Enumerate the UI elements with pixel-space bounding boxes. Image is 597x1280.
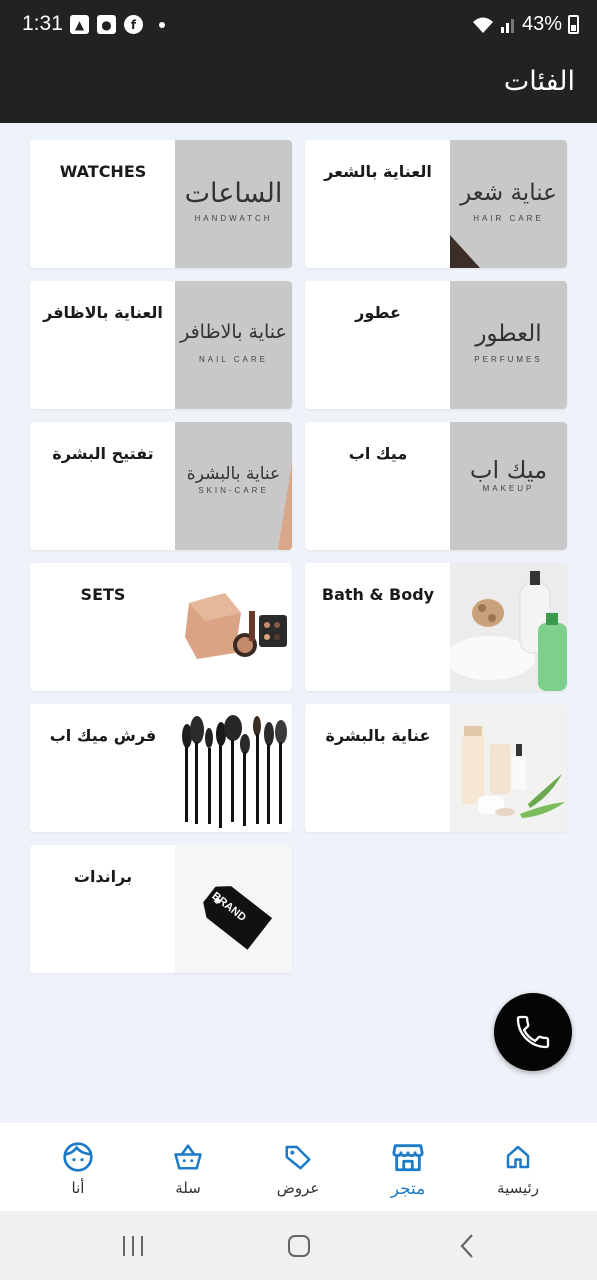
phone-icon	[516, 1015, 550, 1049]
page-title: الفئات	[503, 66, 575, 97]
home-system-button[interactable]	[285, 1229, 313, 1263]
skincare-image	[450, 704, 567, 832]
nav-cart[interactable]: سلة	[143, 1137, 233, 1197]
image-subtitle: NAIL CARE	[199, 355, 268, 364]
category-card-makeup-brushes[interactable]: فرش ميك اب	[30, 704, 292, 832]
image-title: ميك اب	[469, 456, 548, 484]
status-time: 1:31	[22, 12, 63, 35]
bottom-navigation: رئيسية متجر عروض سلة أنا	[0, 1123, 597, 1211]
battery-icon	[568, 15, 579, 34]
notification-icons: ▲ ● f	[70, 15, 165, 34]
bath-body-image	[450, 563, 567, 691]
category-label: العناية بالاظافر	[43, 303, 163, 322]
brand-tag-image: BRAND	[175, 845, 292, 973]
nav-label: عروض	[276, 1179, 320, 1197]
recent-apps-button[interactable]	[118, 1229, 148, 1263]
category-label: العناية بالشعر	[324, 162, 432, 181]
image-subtitle: HANDWATCH	[194, 214, 273, 223]
category-image: عناية بالاظافر NAIL CARE	[175, 281, 292, 409]
wifi-icon	[472, 17, 493, 33]
image-subtitle: PERFUMES	[474, 355, 543, 364]
category-card-bath-body[interactable]: Bath & Body	[305, 563, 567, 691]
category-label: عناية بالبشرة	[325, 726, 431, 745]
nav-label: رئيسية	[497, 1179, 539, 1197]
facebook-icon: f	[124, 15, 143, 34]
system-navigation-bar	[0, 1211, 597, 1280]
nav-offers[interactable]: عروض	[253, 1137, 343, 1197]
back-icon	[460, 1234, 473, 1258]
category-label: تفتيح البشرة	[52, 444, 154, 463]
category-image: عناية بالبشرة SKIN-CARE	[175, 422, 292, 550]
makeup-brushes-image	[175, 704, 292, 832]
store-icon	[392, 1144, 424, 1172]
category-card-skin-whitening[interactable]: تفتيح البشرة عناية بالبشرة SKIN-CARE	[30, 422, 292, 550]
nav-label: سلة	[175, 1179, 201, 1197]
category-image: الساعات HANDWATCH	[175, 140, 292, 268]
category-card-brands[interactable]: براندات BRAND	[30, 845, 292, 973]
category-card-makeup[interactable]: ميك اب ميك اب MAKEUP	[305, 422, 567, 550]
face-icon	[63, 1142, 93, 1172]
category-card-watches[interactable]: WATCHES الساعات HANDWATCH	[30, 140, 292, 268]
image-title: الساعات	[184, 178, 283, 209]
status-bar: 1:31 ▲ ● f 43%	[0, 0, 597, 52]
category-label: Bath & Body	[321, 585, 435, 604]
back-button[interactable]	[455, 1229, 479, 1263]
category-image: العطور PERFUMES	[450, 281, 567, 409]
category-image: عناية شعر HAIR CARE	[450, 140, 567, 268]
recents-icon	[123, 1236, 143, 1256]
image-title: عناية بالاظافر	[180, 321, 287, 343]
category-label: SETS	[80, 585, 126, 604]
category-label: عطور	[355, 303, 401, 322]
category-image: ميك اب MAKEUP	[450, 422, 567, 550]
nav-label: متجر	[390, 1179, 426, 1199]
app-bar: الفئات	[0, 52, 597, 123]
category-label: براندات	[73, 867, 133, 886]
home-button-icon	[288, 1235, 310, 1257]
category-card-nail-care[interactable]: العناية بالاظافر عناية بالاظافر NAIL CAR…	[30, 281, 292, 409]
category-card-skincare[interactable]: عناية بالبشرة	[305, 704, 567, 832]
signal-icon	[500, 18, 514, 33]
category-card-hair-care[interactable]: العناية بالشعر عناية شعر HAIR CARE	[305, 140, 567, 268]
category-label: فرش ميك اب	[49, 726, 157, 745]
call-button[interactable]	[494, 993, 572, 1071]
image-subtitle: MAKEUP	[482, 484, 535, 493]
battery-percent: 43%	[521, 13, 562, 35]
home-icon	[506, 1145, 530, 1169]
category-label: ميك اب	[348, 444, 408, 463]
nav-home[interactable]: رئيسية	[473, 1137, 563, 1197]
category-label: WATCHES	[59, 162, 147, 181]
image-subtitle: HAIR CARE	[473, 214, 544, 223]
category-card-perfumes[interactable]: عطور العطور PERFUMES	[305, 281, 567, 409]
app-notification-icon: ●	[97, 15, 116, 34]
more-notifications-icon	[159, 21, 165, 28]
category-card-sets[interactable]: SETS	[30, 563, 292, 691]
tag-icon	[285, 1145, 311, 1170]
nav-label: أنا	[71, 1179, 85, 1197]
sets-image	[175, 563, 292, 691]
gallery-icon: ▲	[70, 15, 89, 34]
image-title: العطور	[475, 321, 542, 347]
nav-profile[interactable]: أنا	[33, 1137, 123, 1197]
image-title: عناية شعر	[460, 180, 557, 206]
basket-icon	[174, 1144, 202, 1170]
nav-store[interactable]: متجر	[363, 1137, 453, 1199]
status-right: 43%	[472, 13, 579, 36]
